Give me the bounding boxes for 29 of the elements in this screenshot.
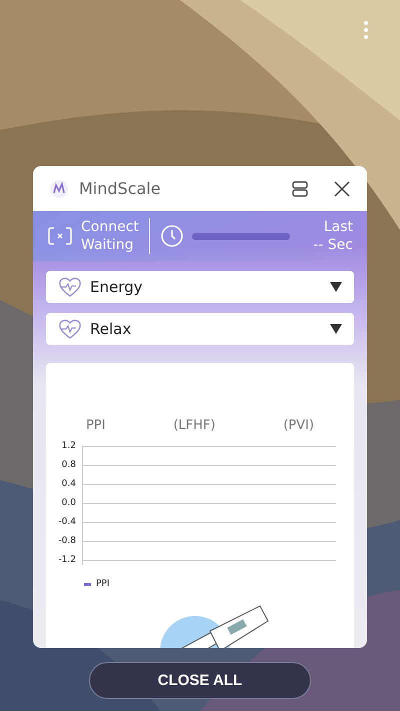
dropdown[interactable]: Relax — [46, 313, 354, 345]
connect-state: Waiting — [81, 236, 135, 254]
heart-pulse-icon — [58, 318, 82, 340]
heart-pulse-icon — [58, 276, 82, 298]
close-icon[interactable] — [333, 180, 351, 198]
chart-header: (PVI) — [283, 418, 314, 435]
legend-label: PPI — [96, 579, 110, 589]
tick-label: 0.8 — [60, 460, 77, 470]
tick-label: 0.0 — [60, 498, 77, 508]
last-label: Last — [324, 218, 353, 236]
disconnected-icon — [47, 226, 73, 246]
caret-icon — [330, 282, 342, 292]
split-view-icon[interactable] — [291, 180, 309, 198]
last-value: -- Sec — [313, 236, 353, 254]
clock-icon — [160, 224, 184, 248]
chart-header: PPI — [86, 418, 106, 435]
tick-label: 0.4 — [60, 479, 77, 489]
dropdown[interactable]: Energy — [46, 271, 354, 303]
connect-label: Connect — [81, 218, 139, 236]
caret-icon — [330, 324, 342, 334]
app-logo-icon — [49, 178, 69, 198]
tick-label: -0.8 — [57, 536, 77, 546]
close-all-button[interactable]: CLOSE ALL — [89, 662, 311, 699]
window-title: MindScale — [79, 179, 162, 198]
legend-swatch — [84, 582, 91, 586]
tick-label: -1.2 — [57, 555, 77, 565]
tick-label: -0.4 — [57, 517, 77, 527]
chart-header: (LFHF) — [173, 418, 216, 435]
tick-label: 1.2 — [60, 441, 77, 451]
